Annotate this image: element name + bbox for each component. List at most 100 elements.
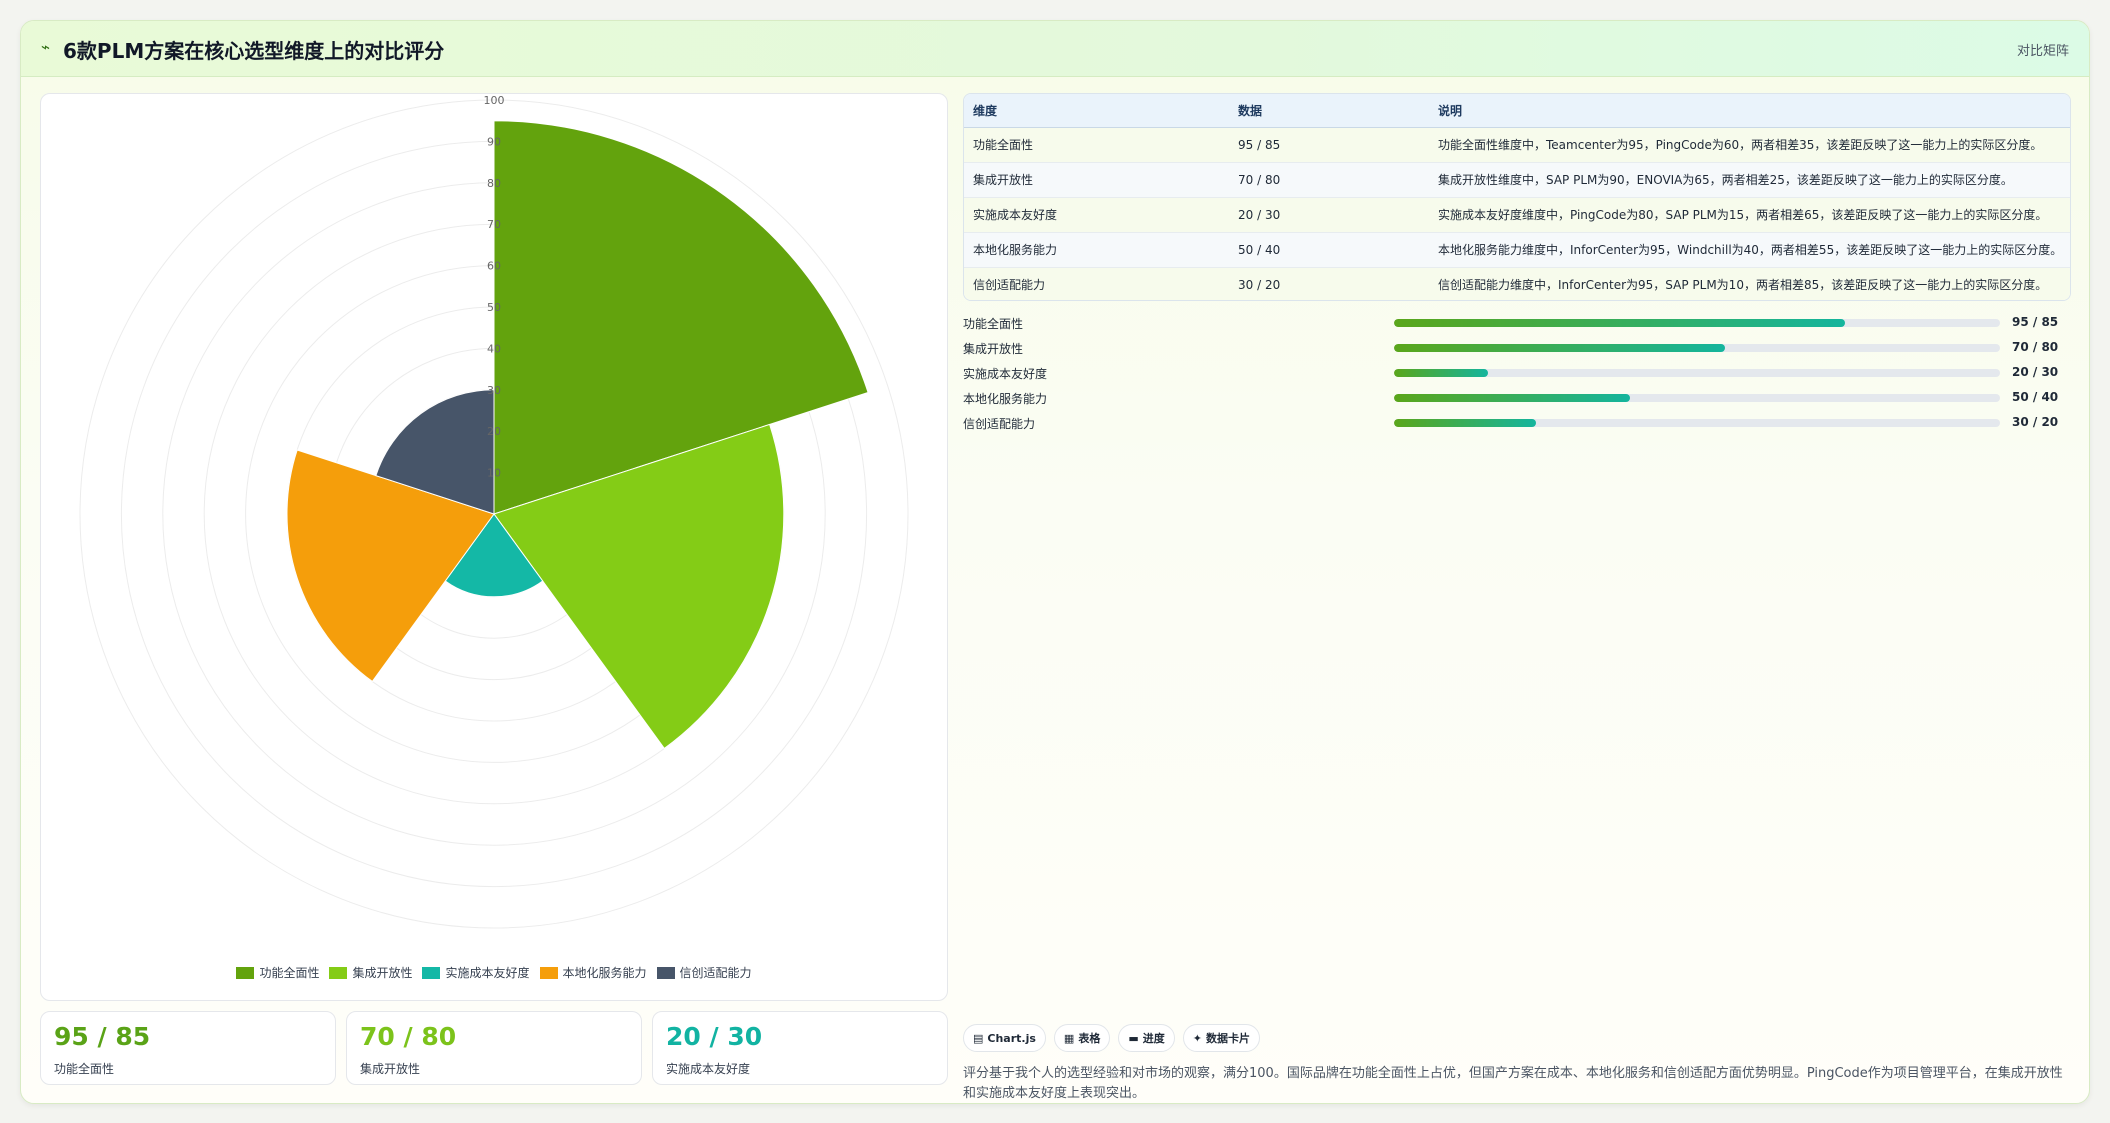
column-header: 维度 — [964, 94, 1229, 128]
footnote: 评分基于我个人的选型经验和对市场的观察，满分100。国际品牌在功能全面性上占优，… — [963, 1066, 2063, 1101]
legend-item[interactable]: 实施成本友好度 — [422, 964, 530, 981]
card-header: ⌁ 6款PLM方案在核心选型维度上的对比评分 对比矩阵 — [21, 21, 2089, 77]
tick-label: 100 — [484, 94, 505, 107]
table-row: 实施成本友好度 20 / 30 实施成本友好度维度中，PingCode为80，S… — [964, 197, 2070, 233]
legend-swatch — [539, 966, 558, 979]
page-title: 6款PLM方案在核心选型维度上的对比评分 — [63, 39, 445, 63]
progress-track — [1394, 394, 2000, 402]
legend-item[interactable]: 功能全面性 — [236, 964, 319, 981]
table-cell: 70 / 80 — [1229, 162, 1429, 198]
table-cell: 实施成本友好度维度中，PingCode为80，SAP PLM为15，两者相差65… — [1429, 197, 2070, 233]
legend-label: 信创适配能力 — [679, 966, 752, 980]
legend-item[interactable]: 集成开放性 — [329, 964, 412, 981]
progress-label: 实施成本友好度 — [963, 367, 1048, 381]
stat-value: 95 / 85 — [54, 1022, 151, 1051]
table-cell: 本地化服务能力维度中，InforCenter为95，Windchill为40，两… — [1429, 232, 2070, 268]
tick-label: 40 — [487, 342, 501, 355]
legend-swatch — [236, 966, 255, 979]
progress-fill — [1394, 419, 1536, 427]
table-icon: ▦ — [1063, 1031, 1075, 1045]
legend-label: 本地化服务能力 — [562, 966, 647, 980]
legend-swatch — [656, 966, 675, 979]
comparison-table: 维度 数据 说明 功能全面性 95 / 85 功能全面性维度中，Teamcent… — [963, 93, 2071, 301]
table-row: 本地化服务能力 50 / 40 本地化服务能力维度中，InforCenter为9… — [964, 232, 2070, 268]
progress-label: 集成开放性 — [963, 342, 1024, 356]
stat-card: 95 / 85 功能全面性 — [40, 1011, 336, 1085]
matrix-badge[interactable]: 对比矩阵 — [2017, 40, 2069, 59]
progress-value: 20 / 30 — [2012, 365, 2059, 379]
column-header: 说明 — [1429, 94, 2070, 128]
chip-label: 进度 — [1142, 1032, 1165, 1045]
legend-item[interactable]: 信创适配能力 — [656, 964, 752, 981]
table-cell: 信创适配能力 — [964, 267, 1229, 300]
progress-fill — [1394, 369, 1488, 377]
legend-swatch — [422, 966, 441, 979]
chip-data-card[interactable]: ✦ 数据卡片 — [1182, 1024, 1260, 1052]
progress-fill — [1394, 319, 1846, 327]
tick-label: 70 — [487, 218, 501, 231]
progress-value: 95 / 85 — [2012, 315, 2059, 329]
legend-label: 功能全面性 — [259, 966, 320, 980]
stat-label: 集成开放性 — [360, 1062, 421, 1076]
progress-row: 实施成本友好度 20 / 30 — [963, 362, 2071, 387]
chart-legend: 功能全面性 集成开放性 实施成本友好度 本地化服务能力 信创适配能力 — [41, 964, 947, 981]
chip-chartjs[interactable]: ▤ Chart.js — [963, 1024, 1046, 1052]
table-cell: 50 / 40 — [1229, 232, 1429, 268]
tech-chips: ▤ Chart.js ▦ 表格 ▬ 进度 ✦ 数据卡片 — [963, 1024, 1260, 1052]
table-row: 功能全面性 95 / 85 功能全面性维度中，Teamcenter为95，Pin… — [964, 127, 2070, 163]
table-cell: 实施成本友好度 — [964, 197, 1229, 233]
table-cell: 95 / 85 — [1229, 127, 1429, 163]
progress-icon: ▬ — [1128, 1031, 1139, 1045]
tick-label: 50 — [487, 301, 501, 314]
table-cell: 功能全面性 — [964, 127, 1229, 163]
table-header-row: 维度 数据 说明 — [964, 94, 2070, 128]
legend-label: 集成开放性 — [352, 966, 413, 980]
tick-label: 30 — [487, 384, 501, 397]
legend-item[interactable]: 本地化服务能力 — [539, 964, 647, 981]
table-cell: 本地化服务能力 — [964, 232, 1229, 268]
chip-progress[interactable]: ▬ 进度 — [1118, 1024, 1175, 1052]
progress-row: 本地化服务能力 50 / 40 — [963, 387, 2071, 412]
progress-label: 信创适配能力 — [963, 417, 1036, 431]
stat-card: 70 / 80 集成开放性 — [346, 1011, 642, 1085]
progress-value: 70 / 80 — [2012, 340, 2059, 354]
progress-fill — [1394, 344, 1726, 352]
table-cell: 30 / 20 — [1229, 267, 1429, 300]
progress-label: 本地化服务能力 — [963, 392, 1048, 406]
chip-table[interactable]: ▦ 表格 — [1053, 1024, 1111, 1052]
chart-line-icon: ⌁ — [41, 38, 51, 56]
chip-label: 表格 — [1078, 1032, 1101, 1045]
table-cell: 20 / 30 — [1229, 197, 1429, 233]
progress-row: 集成开放性 70 / 80 — [963, 337, 2071, 362]
progress-row: 功能全面性 95 / 85 — [963, 312, 2071, 337]
progress-track — [1394, 419, 2000, 427]
stat-value: 20 / 30 — [666, 1022, 763, 1051]
table-row: 集成开放性 70 / 80 集成开放性维度中，SAP PLM为90，ENOVIA… — [964, 162, 2070, 198]
progress-fill — [1394, 394, 1631, 402]
stat-card: 20 / 30 实施成本友好度 — [652, 1011, 948, 1085]
progress-track — [1394, 319, 2000, 327]
chip-label: 数据卡片 — [1205, 1032, 1250, 1045]
comparison-card: ⌁ 6款PLM方案在核心选型维度上的对比评分 对比矩阵 10 20 30 40 50 60… — [20, 20, 2090, 1104]
tick-label: 20 — [487, 425, 501, 438]
tick-label: 90 — [487, 135, 501, 148]
tick-label: 60 — [487, 260, 501, 273]
table-cell: 集成开放性 — [964, 162, 1229, 198]
table-cell: 集成开放性维度中，SAP PLM为90，ENOVIA为65，两者相差25，该差距… — [1429, 162, 2070, 198]
progress-track — [1394, 369, 2000, 377]
chip-label: Chart.js — [987, 1031, 1036, 1045]
legend-swatch — [329, 966, 348, 979]
tick-label: 80 — [487, 177, 501, 190]
stat-label: 功能全面性 — [54, 1062, 115, 1076]
progress-track — [1394, 344, 2000, 352]
stat-value: 70 / 80 — [360, 1022, 457, 1051]
polar-chart-panel: 10 20 30 40 50 60 70 80 90 100 功能全面性 集成开放性 实施成本友好度 本… — [40, 93, 948, 1001]
stat-label: 实施成本友好度 — [666, 1062, 751, 1076]
progress-value: 30 / 20 — [2012, 415, 2059, 429]
progress-list: 功能全面性 95 / 85 集成开放性 70 / 80 实施成本友好度 20 /… — [963, 312, 2071, 437]
column-header: 数据 — [1229, 94, 1429, 128]
legend-label: 实施成本友好度 — [445, 966, 530, 980]
table-cell: 功能全面性维度中，Teamcenter为95，PingCode为60，两者相差3… — [1429, 127, 2070, 163]
tick-label: 10 — [487, 467, 501, 480]
polar-area-chart: 10 20 30 40 50 60 70 80 90 100 — [79, 94, 909, 929]
